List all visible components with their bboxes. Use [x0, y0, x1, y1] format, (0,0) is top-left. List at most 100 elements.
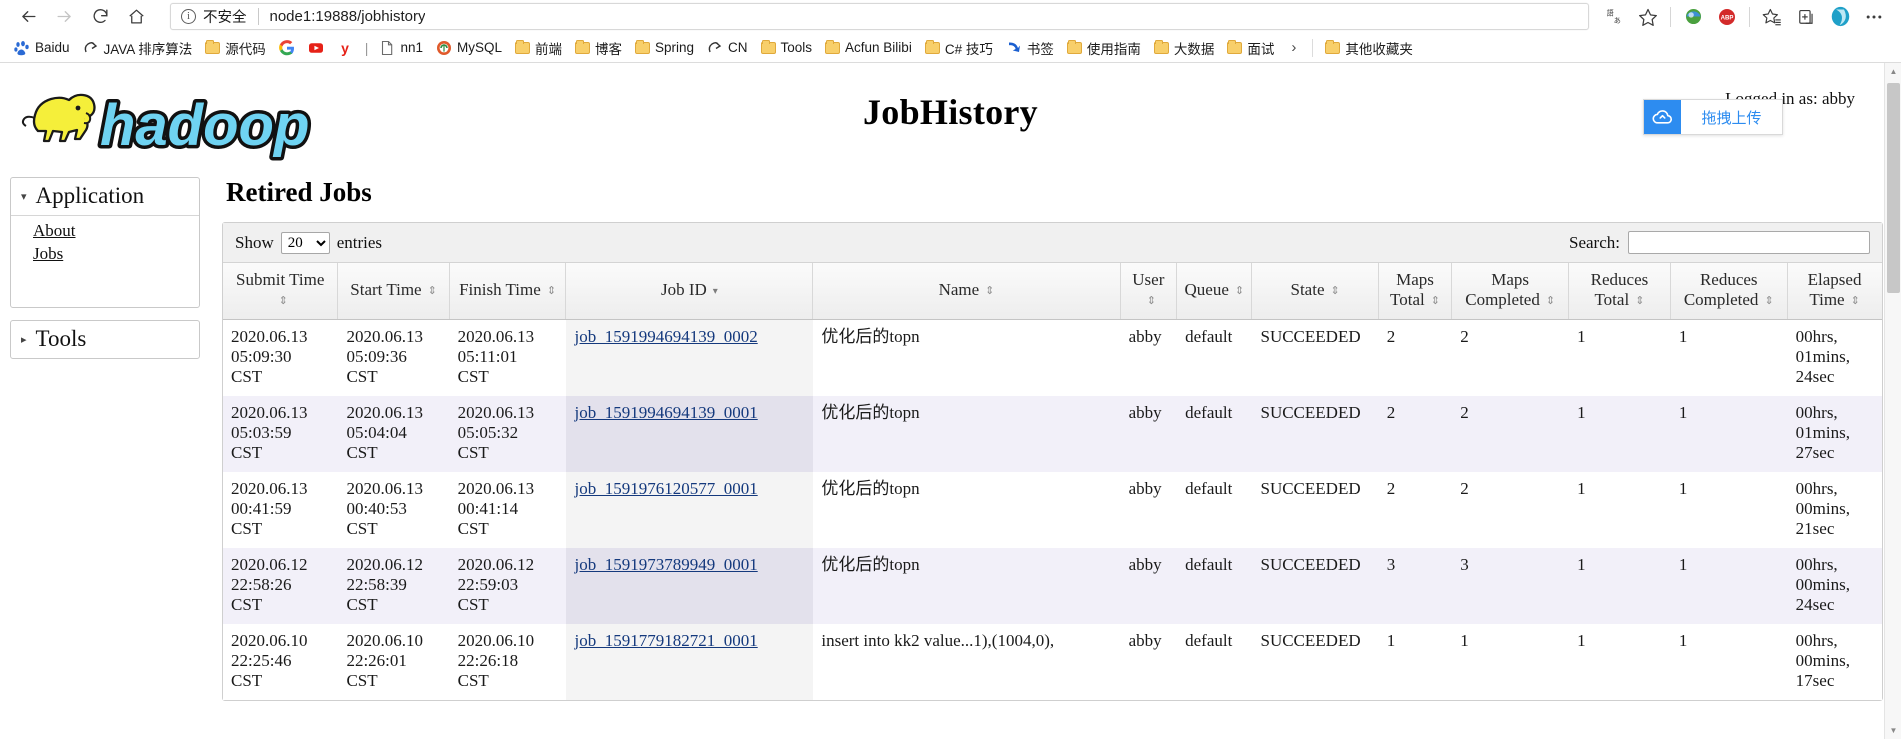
- bookmark-item[interactable]: 面试: [1221, 36, 1280, 60]
- collections-icon[interactable]: [1755, 2, 1789, 32]
- profile-avatar-icon[interactable]: [1823, 2, 1857, 32]
- bookmarks-overflow-chevron-icon[interactable]: ›: [1281, 39, 1306, 56]
- cell-user: abby: [1128, 555, 1162, 574]
- scroll-up-arrow-icon[interactable]: ▲: [1885, 63, 1901, 80]
- bookmark-item[interactable]: y: [331, 38, 359, 58]
- reload-button[interactable]: [82, 2, 118, 32]
- cell-line: 05:05:32: [457, 423, 519, 442]
- extension-globe-icon[interactable]: [1676, 2, 1710, 32]
- scroll-down-arrow-icon[interactable]: ▼: [1885, 722, 1901, 739]
- cell-line: CST: [457, 519, 489, 538]
- column-header-elapsed-time[interactable]: Elapsed Time ⇕: [1787, 263, 1882, 320]
- bookmark-item[interactable]: Baidu: [8, 38, 76, 58]
- job-id-link[interactable]: job_1591779182721_0001: [574, 631, 757, 650]
- column-header-queue[interactable]: Queue ⇕: [1176, 263, 1253, 320]
- drag-drop-upload-widget[interactable]: 拖拽上传: [1643, 99, 1783, 135]
- folder-icon: [760, 39, 776, 54]
- sidebar-item-about[interactable]: About: [33, 219, 199, 242]
- back-button[interactable]: [10, 2, 46, 32]
- column-header-finish-time[interactable]: Finish Time ⇕: [449, 263, 567, 320]
- sidebar-item-jobs[interactable]: Jobs: [33, 242, 199, 265]
- bookmark-item[interactable]: 博客: [569, 36, 628, 60]
- bookmark-item[interactable]: Tools: [755, 38, 819, 57]
- cell-line: CST: [231, 671, 263, 690]
- sort-both-icon[interactable]: ⇕: [1147, 296, 1156, 307]
- bookmark-item[interactable]: [302, 38, 330, 58]
- cell-reduces-completed: 1: [1678, 403, 1688, 422]
- bookmark-item[interactable]: CN: [701, 38, 754, 58]
- search-input[interactable]: [1628, 231, 1870, 254]
- cloud-upload-icon: [1644, 100, 1681, 134]
- sort-both-icon[interactable]: ⇕: [428, 286, 437, 297]
- sort-both-icon[interactable]: ⇕: [1431, 296, 1440, 307]
- search-control: Search:: [1569, 231, 1870, 254]
- bookmark-item[interactable]: 大数据: [1148, 36, 1221, 60]
- split-screen-icon[interactable]: [1789, 2, 1823, 32]
- bookmark-item[interactable]: 使用指南: [1061, 36, 1147, 60]
- sort-both-icon[interactable]: ⇕: [1764, 296, 1773, 307]
- column-header-submit-time[interactable]: Submit Time ⇕: [223, 263, 339, 320]
- job-id-link[interactable]: job_1591973789949_0001: [574, 555, 757, 574]
- sort-desc-icon[interactable]: ▾: [713, 287, 718, 297]
- bookmark-item[interactable]: 书签: [1000, 36, 1060, 60]
- column-header-reduces-completed[interactable]: Reduces Completed ⇕: [1670, 263, 1788, 320]
- column-header-state[interactable]: State ⇕: [1251, 263, 1379, 320]
- bookmark-item[interactable]: MySQL: [430, 38, 508, 58]
- entries-per-page-select[interactable]: 20406080100: [280, 231, 330, 254]
- column-header-label: Maps Completed: [1465, 270, 1540, 309]
- column-header-reduces-total[interactable]: Reduces Total ⇕: [1568, 263, 1671, 320]
- bookmark-item[interactable]: 源代码: [199, 36, 272, 60]
- bookmark-item[interactable]: JAVA 排序算法: [77, 36, 199, 60]
- column-header-user[interactable]: User ⇕: [1120, 263, 1178, 320]
- bookmark-item[interactable]: [273, 38, 301, 58]
- sort-both-icon[interactable]: ⇕: [279, 296, 288, 307]
- address-bar[interactable]: i 不安全 node1:19888/jobhistory: [170, 3, 1589, 30]
- folder-icon: [574, 39, 590, 54]
- scrollbar-thumb[interactable]: [1887, 83, 1900, 293]
- cell-finish-time: 2020.06.13 00:41:14 CST: [449, 472, 566, 548]
- column-header-name[interactable]: Name ⇕: [812, 263, 1121, 320]
- forward-button[interactable]: [46, 2, 82, 32]
- cell-line: 2020.06.13: [231, 479, 308, 498]
- favorite-star-icon[interactable]: [1631, 2, 1665, 32]
- job-id-link[interactable]: job_1591976120577_0001: [574, 479, 757, 498]
- adblock-plus-icon[interactable]: ABP: [1710, 2, 1744, 32]
- bookmark-item[interactable]: Acfun Bilibi: [819, 38, 918, 57]
- bookmark-label: 大数据: [1173, 41, 1215, 57]
- vertical-scrollbar[interactable]: ▲ ▼: [1884, 63, 1901, 739]
- sort-both-icon[interactable]: ⇕: [1851, 296, 1860, 307]
- cell-reduces-completed: 1: [1678, 555, 1688, 574]
- bookmark-item[interactable]: C# 技巧: [919, 36, 999, 60]
- bookmark-item[interactable]: nn1: [373, 38, 429, 58]
- bookmark-item[interactable]: Spring: [629, 38, 700, 57]
- bookmark-item[interactable]: 前端: [509, 36, 568, 60]
- column-header-maps-total[interactable]: Maps Total ⇕: [1378, 263, 1453, 320]
- sort-both-icon[interactable]: ⇕: [1331, 286, 1340, 297]
- cell-maps-completed: 2: [1460, 479, 1469, 498]
- settings-more-icon[interactable]: [1857, 2, 1891, 32]
- sidebar-section-application-header[interactable]: ▾ Application: [11, 178, 199, 216]
- column-header-label: Job ID: [660, 280, 707, 299]
- bookmark-label: 博客: [594, 41, 622, 57]
- sort-both-icon[interactable]: ⇕: [1235, 286, 1244, 297]
- column-header-job-id[interactable]: Job ID ▾: [565, 263, 814, 320]
- column-header-start-time[interactable]: Start Time ⇕: [337, 263, 450, 320]
- home-button[interactable]: [118, 2, 154, 32]
- browser-toolbar: i 不安全 node1:19888/jobhistory 語あ ABP: [0, 0, 1901, 33]
- sidebar-section-tools-header[interactable]: ▸ Tools: [11, 321, 199, 358]
- cell-line: 00hrs,: [1795, 555, 1838, 574]
- sort-both-icon[interactable]: ⇕: [547, 286, 556, 297]
- column-header-label: Submit Time: [236, 270, 325, 289]
- sort-both-icon[interactable]: ⇕: [985, 286, 994, 297]
- sort-both-icon[interactable]: ⇕: [1635, 296, 1644, 307]
- job-id-link[interactable]: job_1591994694139_0002: [574, 327, 757, 346]
- column-header-maps-completed[interactable]: Maps Completed ⇕: [1451, 263, 1570, 320]
- info-icon[interactable]: i: [181, 9, 196, 24]
- job-id-link[interactable]: job_1591994694139_0001: [574, 403, 757, 422]
- translate-icon[interactable]: 語あ: [1597, 2, 1631, 32]
- other-bookmarks-item[interactable]: 其他收藏夹: [1319, 36, 1419, 60]
- page-content: hadoop hadoop JobHistory Logged in as: a…: [0, 63, 1901, 739]
- sort-both-icon[interactable]: ⇕: [1546, 296, 1555, 307]
- cell-job-id: job_1591973789949_0001: [565, 548, 813, 624]
- folder-icon: [1066, 39, 1082, 54]
